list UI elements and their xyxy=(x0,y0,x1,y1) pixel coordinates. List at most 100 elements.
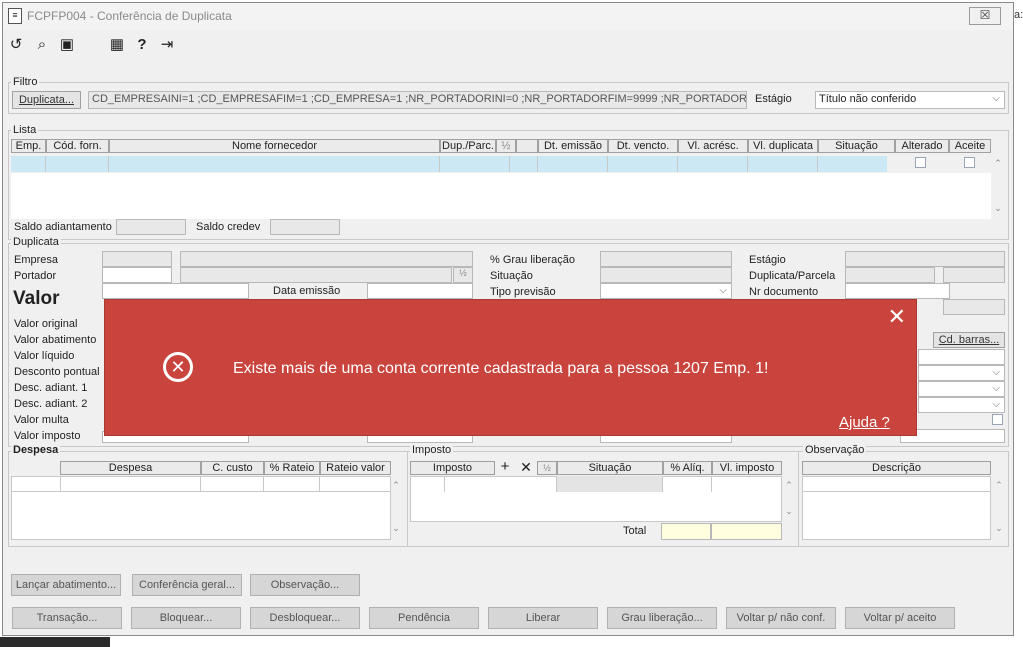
saldo-credev-label: Saldo credev xyxy=(196,221,261,233)
alterado-checkbox[interactable] xyxy=(915,157,926,168)
portador-code-field[interactable] xyxy=(102,267,172,283)
save-icon[interactable]: ▣ xyxy=(58,36,76,54)
add-icon[interactable]: + xyxy=(495,461,515,475)
duplicata-filter-button[interactable]: Duplicata... xyxy=(12,91,81,109)
col-half[interactable]: ½ xyxy=(537,461,557,475)
valor-liquido-label: Valor líquido xyxy=(14,350,75,362)
voltar-nao-conf-button[interactable]: Voltar p/ não conf. xyxy=(726,607,836,629)
taskbar-fragment xyxy=(0,637,110,647)
col-nome-fornecedor[interactable]: Nome fornecedor xyxy=(109,139,440,153)
col-despesa[interactable]: Despesa xyxy=(60,461,201,475)
nr-documento-field[interactable] xyxy=(845,283,950,299)
empresa-name-field xyxy=(180,251,473,267)
title-bar: ≡ FCPFP004 - Conferência de Duplicata ☒ xyxy=(3,3,1013,30)
tipo-previsao-select[interactable]: ⌵ xyxy=(600,283,732,299)
grau-liberacao-button[interactable]: Grau liberação... xyxy=(607,607,717,629)
lista-label: Lista xyxy=(11,124,39,136)
despesa-label: Despesa xyxy=(11,444,61,456)
table-row[interactable] xyxy=(11,476,391,492)
window-close-button[interactable]: ☒ xyxy=(969,7,1001,25)
observacao-label: Observação xyxy=(803,444,867,456)
valor-original-label: Valor original xyxy=(14,318,78,330)
filter-expression-field[interactable]: CD_EMPRESAINI=1 ;CD_EMPRESAFIM=1 ;CD_EMP… xyxy=(88,91,747,109)
chevron-down-icon: ⌵ xyxy=(992,367,1000,378)
col-vl-duplicata[interactable]: Vl. duplicata xyxy=(748,139,818,153)
duplicata-estagio-field xyxy=(845,251,1005,267)
filtro-estagio-label: Estágio xyxy=(755,93,792,105)
scroll-up-icon[interactable]: ⌃ xyxy=(389,480,403,491)
table-row[interactable] xyxy=(11,156,887,172)
background-window-edge: a: xyxy=(1014,0,1023,647)
col-cod-forn[interactable]: Cód. forn. xyxy=(46,139,109,153)
filtro-label: Filtro xyxy=(11,76,40,88)
col-aceite[interactable]: Aceite xyxy=(949,139,991,153)
valor-top-field[interactable] xyxy=(102,283,249,299)
col-vl-imposto[interactable]: Vl. imposto xyxy=(712,461,782,475)
imposto-header: Imposto + ✕ ½ Situação % Alíq. Vl. impos… xyxy=(410,461,782,477)
col-dt-vencto[interactable]: Dt. vencto. xyxy=(608,139,678,153)
pendencia-button[interactable]: Pendência xyxy=(369,607,479,629)
col-rateio-valor[interactable]: Rateio valor xyxy=(320,461,391,475)
scroll-down-icon[interactable]: ⌄ xyxy=(782,506,796,517)
help-link[interactable]: Ajuda ? xyxy=(839,414,890,431)
remove-icon[interactable]: ✕ xyxy=(516,461,536,475)
col-imposto-situacao[interactable]: Situação xyxy=(557,461,663,475)
right-select-3[interactable]: ⌵ xyxy=(918,397,1005,413)
lista-body xyxy=(11,173,991,219)
data-emissao-field[interactable] xyxy=(367,283,473,299)
col-dup-parc[interactable]: Dup./Parc. xyxy=(440,139,496,153)
search-icon[interactable]: ⌕ xyxy=(33,36,51,54)
lancar-abatimento-button[interactable]: Lançar abatimento... xyxy=(11,574,121,596)
liberar-button[interactable]: Liberar xyxy=(488,607,598,629)
col-imposto[interactable]: Imposto xyxy=(410,461,495,475)
col-emp[interactable]: Emp. xyxy=(11,139,46,153)
col-dt-emissao[interactable]: Dt. emissão xyxy=(538,139,608,153)
grau-liberacao-label: % Grau liberação xyxy=(490,254,575,266)
right-checkbox[interactable] xyxy=(992,414,1003,425)
voltar-aceito-button[interactable]: Voltar p/ aceito xyxy=(845,607,955,629)
scroll-down-icon[interactable]: ⌄ xyxy=(992,523,1006,534)
exit-icon[interactable]: ⇥ xyxy=(158,36,176,54)
table-row[interactable] xyxy=(410,476,782,492)
col-blank[interactable] xyxy=(516,139,538,153)
total-vl-imposto-field xyxy=(711,523,782,540)
col-vl-acresc[interactable]: Vl. acrésc. xyxy=(678,139,748,153)
empresa-code-field xyxy=(102,251,172,267)
table-row[interactable] xyxy=(802,476,991,492)
right-select-1[interactable]: ⌵ xyxy=(918,365,1005,381)
estagio-select[interactable]: Título não conferido ⌵ xyxy=(815,91,1005,109)
document-icon: ≡ xyxy=(8,8,22,24)
col-situacao[interactable]: Situação xyxy=(818,139,895,153)
scroll-up-icon[interactable]: ⌃ xyxy=(991,158,1005,169)
cd-barras-button[interactable]: Cd. barras... xyxy=(933,332,1005,348)
scroll-down-icon[interactable]: ⌄ xyxy=(389,523,403,534)
scroll-up-icon[interactable]: ⌃ xyxy=(992,480,1006,491)
imposto-label: Imposto xyxy=(410,444,454,456)
tipo-previsao-label: Tipo previsão xyxy=(490,286,556,298)
help-icon[interactable]: ? xyxy=(133,36,151,54)
bloquear-button[interactable]: Bloquear... xyxy=(131,607,241,629)
aceite-checkbox[interactable] xyxy=(964,157,975,168)
duplicata-parcela-label: Duplicata/Parcela xyxy=(749,270,836,282)
col-rateio[interactable]: % Rateio xyxy=(264,461,320,475)
col-half[interactable]: ½ xyxy=(496,139,516,153)
right-select-2[interactable]: ⌵ xyxy=(918,381,1005,397)
right-field-1[interactable] xyxy=(918,349,1005,365)
col-aliq[interactable]: % Alíq. xyxy=(663,461,712,475)
error-message: Existe mais de uma conta corrente cadast… xyxy=(233,360,769,377)
grau-liberacao-field xyxy=(600,251,732,267)
portador-half-button[interactable]: ½ xyxy=(453,267,473,283)
col-descricao[interactable]: Descrição xyxy=(802,461,991,475)
close-icon[interactable]: ✕ xyxy=(888,304,906,330)
calendar-icon[interactable]: ▦ xyxy=(108,36,126,54)
transacao-button[interactable]: Transação... xyxy=(12,607,122,629)
col-alterado[interactable]: Alterado xyxy=(895,139,949,153)
scroll-down-icon[interactable]: ⌄ xyxy=(991,203,1005,214)
undo-icon[interactable]: ↺ xyxy=(7,36,25,54)
desbloquear-button[interactable]: Desbloquear... xyxy=(250,607,360,629)
observacao-button[interactable]: Observação... xyxy=(250,574,360,596)
col-c-custo[interactable]: C. custo xyxy=(201,461,264,475)
offscreen-text: a: xyxy=(1014,9,1023,21)
scroll-up-icon[interactable]: ⌃ xyxy=(782,480,796,491)
conferencia-geral-button[interactable]: Conferência geral... xyxy=(132,574,242,596)
